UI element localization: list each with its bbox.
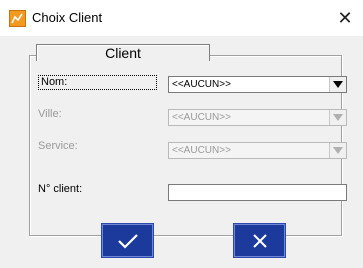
cancel-button[interactable] bbox=[234, 224, 285, 257]
service-select: <<AUCUN>> bbox=[168, 142, 347, 159]
nom-label: Nom: bbox=[38, 75, 157, 90]
service-label: Service: bbox=[38, 140, 78, 152]
chevron-down-icon[interactable] bbox=[329, 77, 346, 92]
ville-select: <<AUCUN>> bbox=[168, 109, 347, 126]
window-title: Choix Client bbox=[32, 10, 103, 25]
client-group-title: Client bbox=[36, 44, 210, 61]
cross-icon bbox=[252, 233, 267, 248]
close-icon: ✕ bbox=[337, 7, 353, 28]
n-client-input[interactable] bbox=[168, 184, 347, 201]
n-client-label: N° client: bbox=[38, 183, 83, 195]
checkmark-icon bbox=[117, 233, 138, 249]
dialog-window: Choix Client ✕ Client Nom: <<AUCUN>> Vil… bbox=[0, 0, 363, 268]
chevron-down-icon bbox=[329, 143, 346, 158]
nom-select[interactable]: <<AUCUN>> bbox=[168, 76, 347, 93]
dialog-content: Client Nom: <<AUCUN>> Ville: <<AUCUN>> S… bbox=[13, 44, 358, 268]
ville-label: Ville: bbox=[38, 108, 62, 120]
chevron-down-icon bbox=[329, 110, 346, 125]
ville-select-value: <<AUCUN>> bbox=[172, 112, 231, 123]
app-icon bbox=[9, 10, 26, 27]
title-bar: Choix Client ✕ bbox=[0, 0, 363, 36]
nom-select-value: <<AUCUN>> bbox=[172, 79, 231, 90]
service-select-value: <<AUCUN>> bbox=[172, 145, 231, 156]
close-button[interactable]: ✕ bbox=[333, 6, 357, 30]
ok-button[interactable] bbox=[102, 224, 153, 257]
